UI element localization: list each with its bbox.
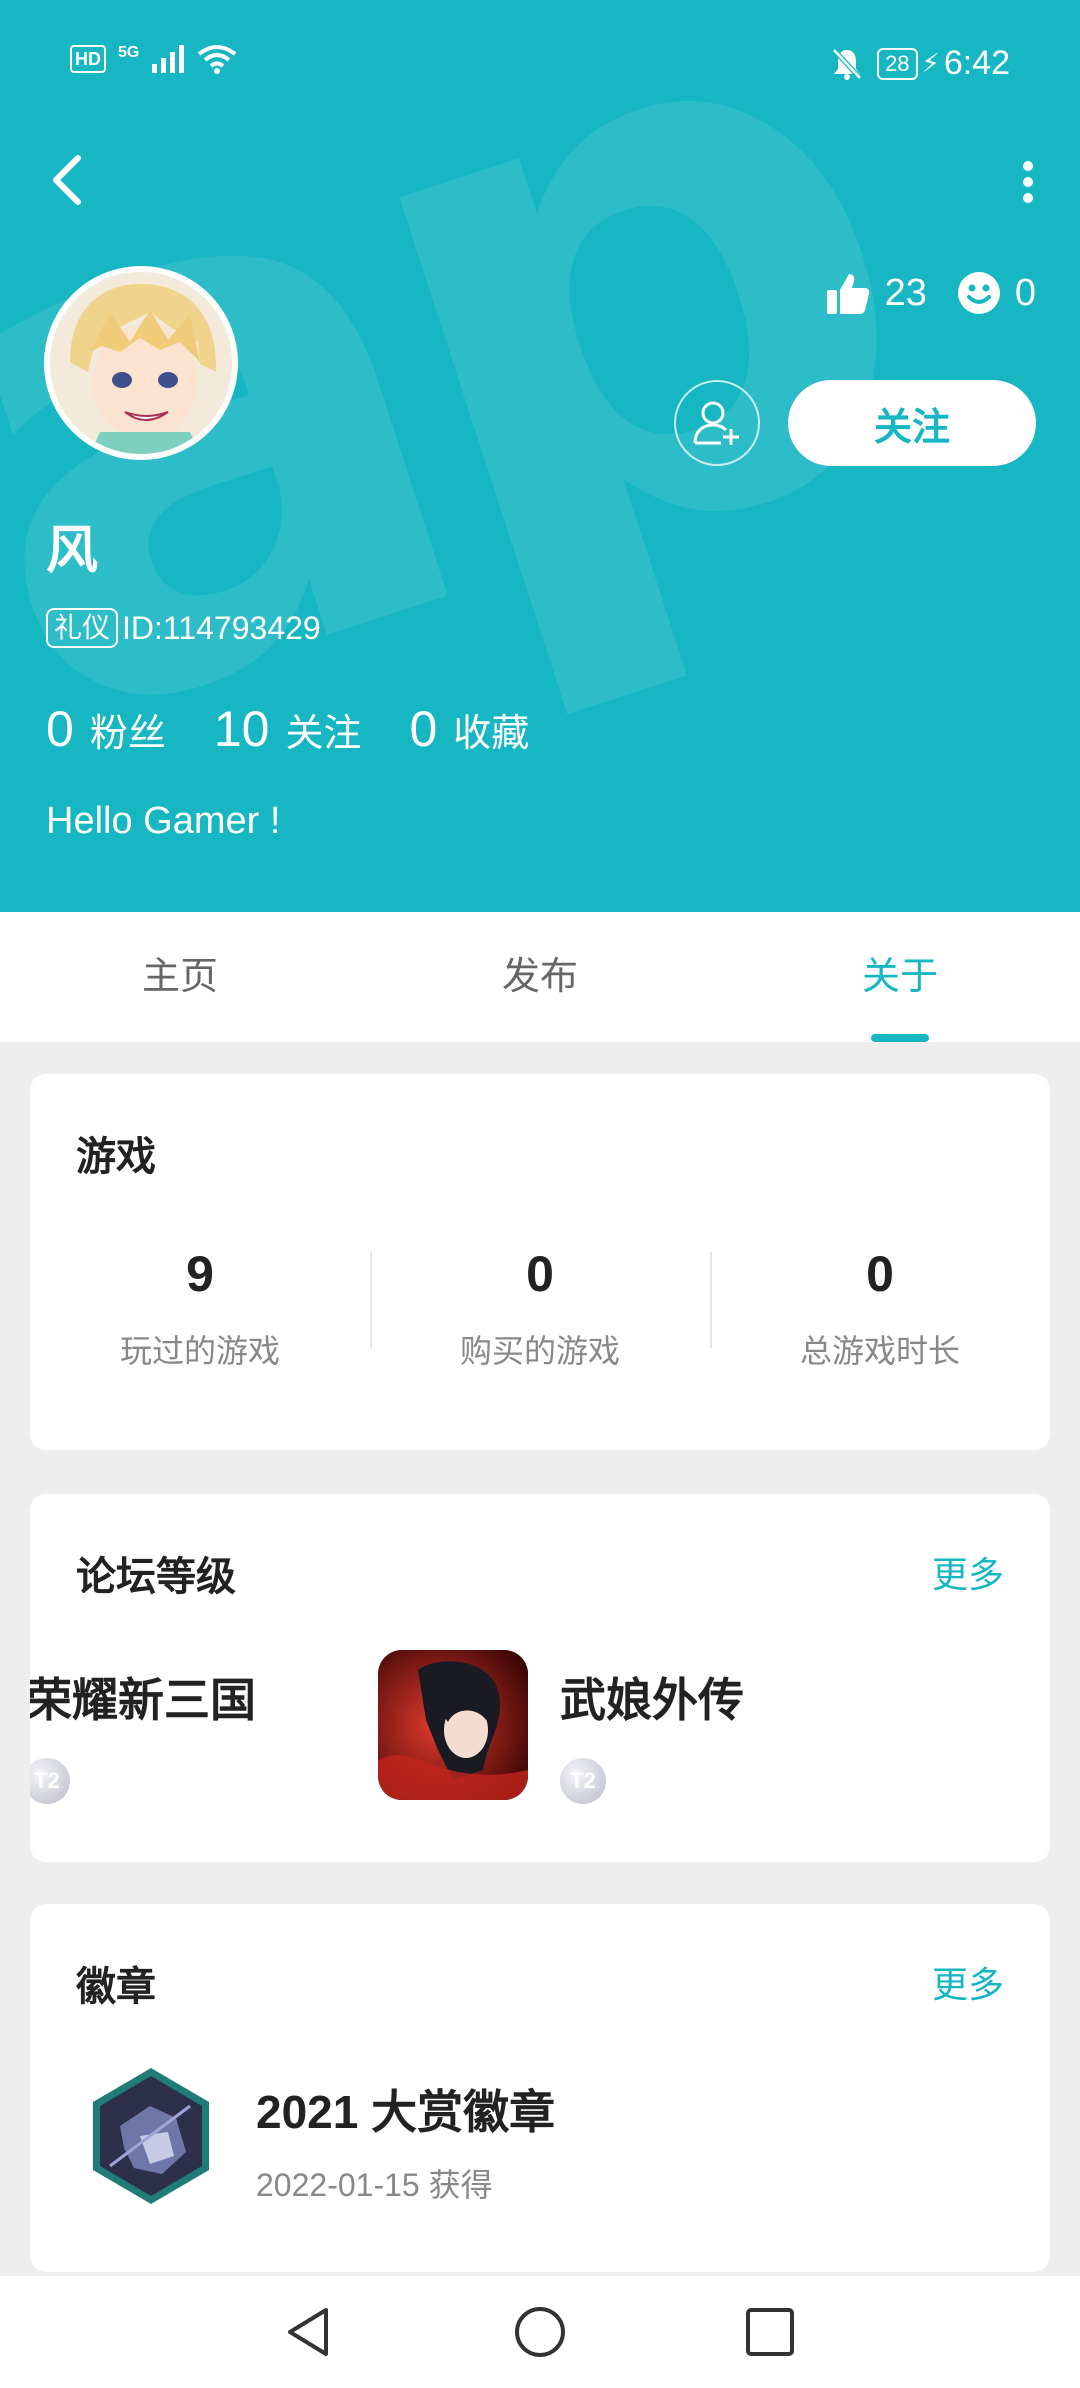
thumbs-up-icon	[826, 274, 869, 314]
reactions[interactable]: 0	[957, 271, 1036, 315]
mute-bell-icon	[832, 47, 862, 80]
game-art	[378, 1650, 528, 1800]
games-card-title: 游戏	[76, 1135, 156, 1179]
game-stats: 9 玩过的游戏 0 购买的游戏 0 总游戏时长	[30, 1244, 1050, 1372]
following-label: 关注	[285, 713, 362, 755]
battery-level: 28	[877, 47, 918, 80]
username: 风	[46, 522, 99, 580]
purchased-games-value: 0	[526, 1246, 554, 1302]
follow-button[interactable]: 关注	[788, 380, 1036, 466]
likes-count: 23	[884, 271, 927, 314]
award-badge-icon[interactable]	[90, 2066, 212, 2206]
home-circle-icon[interactable]	[512, 2304, 568, 2360]
profile-header: ap HD 5G 28 ⚡ 6:42 23 0 关注 风 礼仪 ID:11479…	[0, 0, 1080, 912]
followers-count[interactable]: 0 粉丝	[46, 700, 166, 758]
status-bar: HD 5G 28 ⚡ 6:42	[0, 44, 1080, 84]
recents-square-icon[interactable]	[742, 2304, 798, 2360]
forum-card-title: 论坛等级	[76, 1555, 236, 1599]
level-badge-icon: T2	[30, 1758, 70, 1804]
favorites-number: 0	[409, 701, 438, 757]
avatar[interactable]	[44, 266, 238, 460]
likes[interactable]: 23	[825, 270, 927, 316]
forum-level-card: 论坛等级 更多 荣耀新三国 T2 武娘外传 T2	[30, 1494, 1050, 1862]
badges-more-link[interactable]: 更多	[932, 1956, 1004, 2008]
system-nav-bar	[0, 2276, 1080, 2388]
add-user-icon	[693, 401, 739, 445]
following-number: 10	[213, 701, 270, 757]
hd-indicator: HD	[70, 45, 106, 73]
forum-item-name[interactable]: 荣耀新三国	[30, 1664, 256, 1730]
playtime-label: 总游戏时长	[799, 1333, 960, 1369]
following-count[interactable]: 10 关注	[214, 700, 362, 758]
back-triangle-icon[interactable]	[282, 2304, 338, 2360]
profile-reactions: 23 0	[825, 270, 1036, 316]
avatar-image	[50, 272, 232, 454]
played-games-value: 9	[186, 1246, 214, 1302]
purchased-games-stat[interactable]: 0 购买的游戏	[370, 1244, 710, 1372]
forum-item-name[interactable]: 武娘外传	[560, 1664, 744, 1730]
network-label: 5G	[118, 44, 140, 61]
charging-icon: ⚡	[921, 48, 940, 78]
playtime-value: 0	[866, 1246, 894, 1302]
reactions-count: 0	[1014, 271, 1036, 314]
playtime-stat[interactable]: 0 总游戏时长	[710, 1244, 1050, 1372]
user-id-row: 礼仪 ID:114793429	[46, 608, 321, 648]
bio: Hello Gamer !	[46, 800, 281, 842]
etiquette-badge[interactable]: 礼仪	[46, 608, 119, 648]
more-options-icon[interactable]	[1016, 152, 1040, 212]
favorites-label: 收藏	[453, 713, 530, 755]
clock: 6:42	[943, 44, 1010, 82]
played-games-label: 玩过的游戏	[119, 1333, 280, 1369]
back-arrow-icon[interactable]	[44, 150, 92, 210]
badges-card-title: 徽章	[76, 1965, 156, 2009]
badges-card: 徽章 更多 2021 大赏徽章 2022-01-15 获得	[30, 1904, 1050, 2272]
user-id: ID:114793429	[122, 609, 321, 646]
follow-counts: 0 粉丝 10 关注 0 收藏	[46, 700, 529, 758]
tab-posts[interactable]: 发布	[360, 912, 720, 1042]
smiley-icon	[957, 272, 1000, 314]
wifi-icon	[198, 45, 237, 74]
favorites-count[interactable]: 0 收藏	[409, 700, 529, 758]
purchased-games-label: 购买的游戏	[459, 1333, 620, 1369]
badge-date: 2022-01-15 获得	[256, 2167, 493, 2203]
level-badge-icon: T2	[560, 1758, 606, 1804]
profile-tabs: 主页 发布 关于	[0, 912, 1080, 1042]
games-card: 游戏 9 玩过的游戏 0 购买的游戏 0 总游戏时长	[30, 1074, 1050, 1450]
add-friend-button[interactable]	[674, 380, 760, 466]
game-icon-wuniang[interactable]	[378, 1650, 528, 1800]
played-games-stat[interactable]: 9 玩过的游戏	[30, 1244, 370, 1372]
signal-icon	[152, 45, 185, 73]
forum-more-link[interactable]: 更多	[932, 1546, 1004, 1598]
followers-label: 粉丝	[89, 713, 166, 755]
badge-name: 2021 大赏徽章	[256, 2086, 556, 2138]
tab-home[interactable]: 主页	[0, 912, 360, 1042]
followers-number: 0	[46, 701, 74, 757]
tab-about[interactable]: 关于	[720, 912, 1080, 1042]
